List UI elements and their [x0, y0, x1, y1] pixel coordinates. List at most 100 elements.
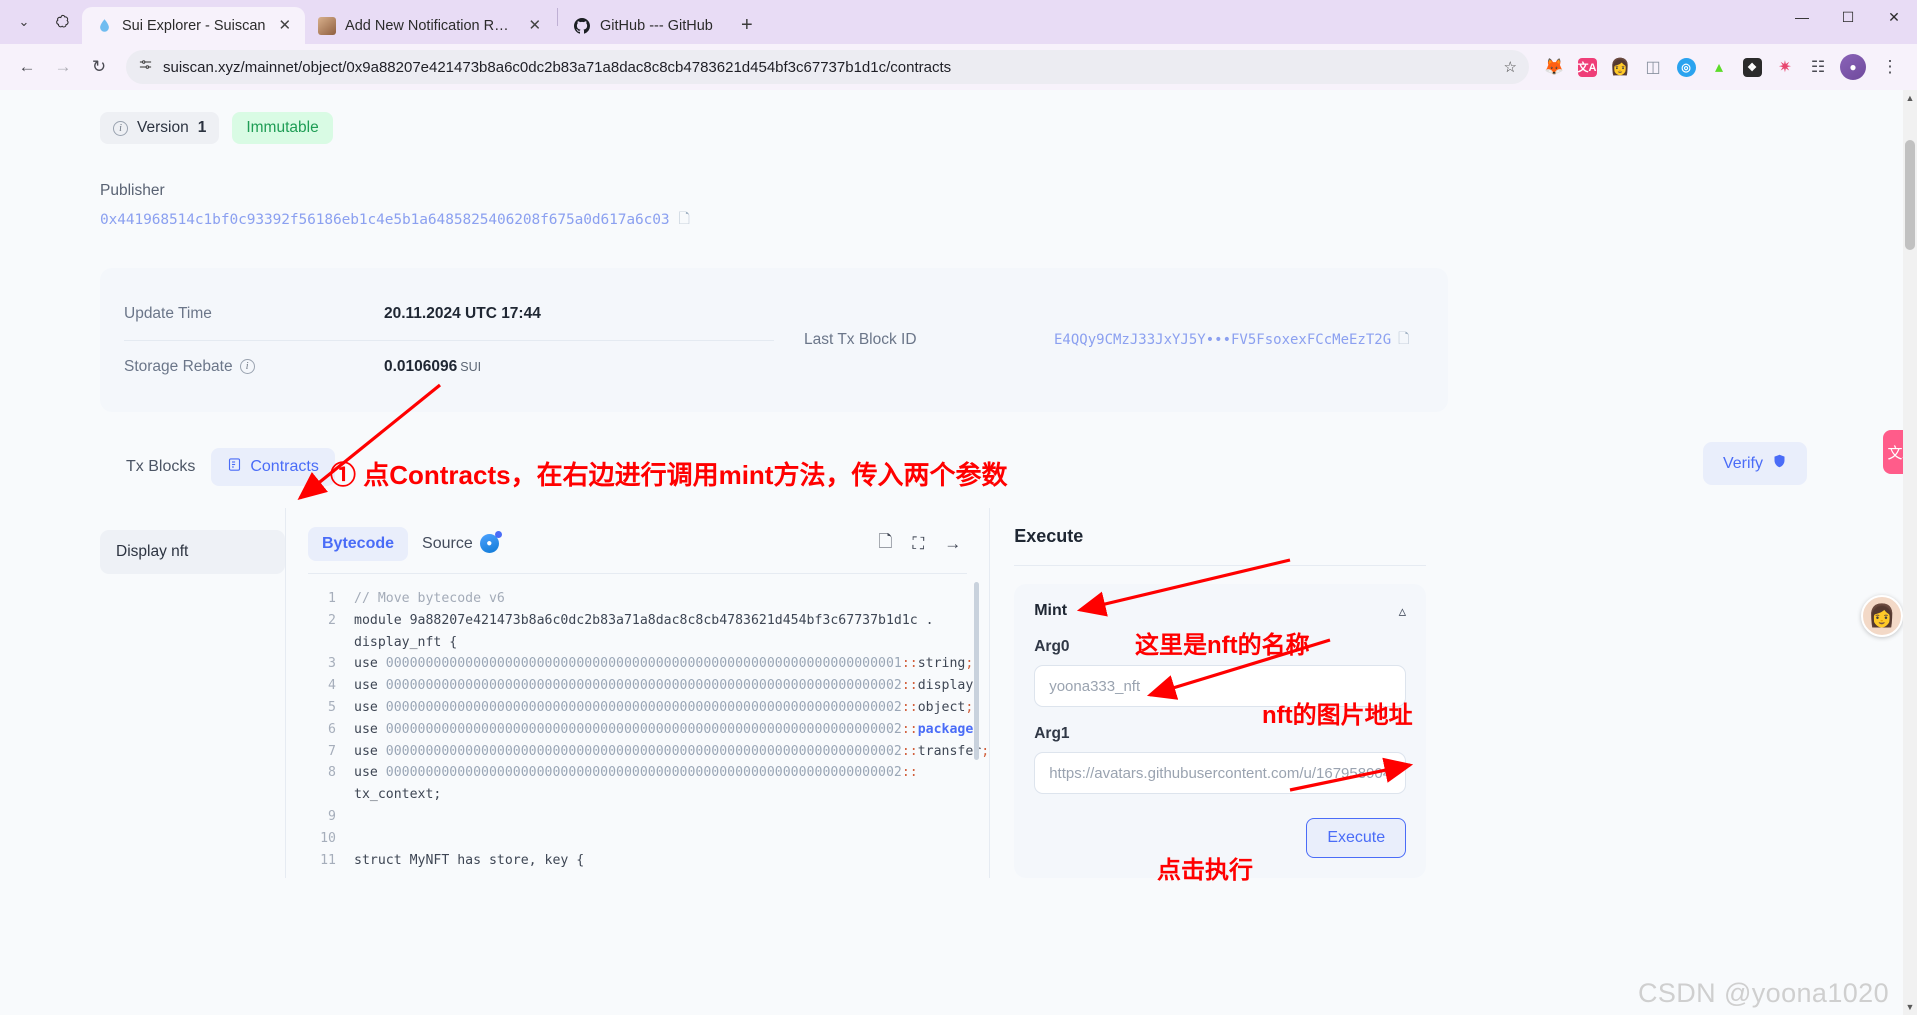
tab-source[interactable]: Source ● — [408, 526, 513, 561]
page-scrollbar[interactable]: ▲ ▼ — [1903, 90, 1917, 1015]
info-icon[interactable]: i — [113, 120, 128, 136]
line-number: 7 — [328, 743, 336, 759]
avatar-extension-icon[interactable]: 👩 — [1605, 52, 1635, 82]
info-icon[interactable]: i — [239, 359, 255, 374]
tab-title: Sui Explorer - Suiscan — [122, 17, 266, 34]
execute-button[interactable]: Execute — [1306, 818, 1407, 858]
puzzle-extension-icon[interactable]: ❖ — [1737, 52, 1767, 82]
line-number: 3 — [328, 656, 336, 672]
line-number: 8 — [328, 765, 336, 781]
code-line: 12 id: UID, — [308, 871, 989, 874]
code-line: 6 use 0000000000000000000000000000000000… — [308, 719, 989, 741]
code-line: 10 — [308, 828, 989, 850]
object-info-card: Update Time 20.11.2024 UTC 17:44 Storage… — [100, 268, 1448, 412]
scroll-up-arrow[interactable]: ▲ — [1903, 90, 1917, 106]
browser-tab[interactable]: Add New Notification Reply ✕ — [305, 7, 555, 44]
browser-tab[interactable]: GitHub --- GitHub — [560, 7, 723, 44]
metamask-extension-icon[interactable]: 🦊 — [1539, 52, 1569, 82]
info-row-update-time: Update Time 20.11.2024 UTC 17:44 — [124, 288, 774, 340]
line-number — [308, 632, 336, 654]
close-icon[interactable]: ✕ — [524, 18, 545, 33]
info-row-storage-rebate: Storage Rebate i 0.0106096 SUI — [124, 340, 774, 392]
arg1-label: Arg1 — [1034, 725, 1070, 742]
verify-button[interactable]: Verify — [1702, 442, 1807, 485]
chatgpt-sidebar-icon[interactable] — [42, 0, 82, 44]
line-text: use 000000000000000000000000000000000000… — [354, 699, 974, 715]
publisher-address-link[interactable]: 0x441968514c1bf0c93392f56186eb1c4e5b1a64… — [100, 212, 670, 228]
reload-button[interactable]: ↻ — [82, 50, 116, 84]
clipboard-extension-icon[interactable]: ◫ — [1638, 52, 1668, 82]
tab-bytecode[interactable]: Bytecode — [308, 526, 409, 561]
bytecode-viewer[interactable]: 1 // Move bytecode v6 2 module 9a88207e4… — [286, 574, 989, 874]
tab-search-button[interactable]: ⌄ — [6, 0, 42, 44]
maximize-button[interactable]: ☐ — [1825, 0, 1871, 34]
extensions-menu-icon[interactable]: ☷ — [1803, 52, 1833, 82]
user-avatar-float-icon[interactable]: 👩 — [1861, 595, 1903, 637]
close-icon[interactable]: ✕ — [274, 18, 295, 33]
back-button[interactable]: ← — [10, 50, 44, 84]
browser-window: ⌄ Sui Explorer - Suiscan ✕ Add New Notif… — [0, 0, 1917, 1015]
storage-rebate-value: 0.0106096 SUI — [384, 358, 481, 376]
execute-title: Execute — [1014, 526, 1084, 546]
line-number: 5 — [328, 699, 336, 715]
modules-list: Display nft — [100, 508, 285, 878]
version-value: 1 — [197, 119, 207, 136]
copy-icon[interactable]: 🗋 — [879, 529, 893, 558]
last-tx-value[interactable]: E4QQy9CMzJ33JxYJ5Y•••FV5FsoxexFCcMeEzT2G… — [1054, 328, 1409, 352]
close-window-button[interactable]: ✕ — [1871, 0, 1917, 34]
tab-tx-blocks[interactable]: Tx Blocks — [110, 449, 211, 485]
address-bar[interactable]: suiscan.xyz/mainnet/object/0x9a88207e421… — [126, 50, 1529, 84]
storage-rebate-number: 0.0106096 — [384, 357, 458, 375]
line-number: 6 — [328, 721, 336, 737]
spark-extension-icon[interactable]: ✷ — [1770, 52, 1800, 82]
line-text: struct MyNFT has store, key { — [354, 852, 585, 868]
scrollbar-thumb[interactable] — [1905, 140, 1915, 250]
new-tab-button[interactable]: + — [731, 9, 763, 41]
execute-button-row: Execute — [1034, 818, 1407, 858]
chart-extension-icon[interactable]: ▴ — [1704, 52, 1734, 82]
code-tabs: Bytecode Source ● 🗋 ⛶ → — [286, 508, 989, 561]
scroll-down-arrow[interactable]: ▼ — [1903, 999, 1917, 1015]
arrow-right-icon[interactable]: → — [944, 534, 961, 554]
star-icon[interactable]: ☆ — [1504, 58, 1517, 76]
code-line: 8 use 0000000000000000000000000000000000… — [308, 762, 989, 784]
code-scrollbar-thumb[interactable] — [974, 582, 980, 760]
line-number: 9 — [328, 808, 336, 824]
browser-tab[interactable]: Sui Explorer - Suiscan ✕ — [82, 7, 306, 44]
line-number: 12 — [308, 871, 336, 874]
extensions-toolbar: 🦊 文A 👩 ◫ ◎ ▴ ❖ ✷ ☷ — [1539, 52, 1833, 82]
page-tabs: Tx Blocks Contracts Verify — [0, 412, 1917, 486]
line-text: use 000000000000000000000000000000000000… — [354, 743, 990, 759]
shield-check-icon — [1772, 453, 1787, 474]
mint-header[interactable]: Mint ▵ — [1034, 602, 1406, 620]
chevron-up-icon[interactable]: ▵ — [1399, 602, 1407, 620]
minimize-button[interactable]: — — [1779, 0, 1825, 34]
line-text: module 9a88207e421473b8a6c0dc2b83a71a8da… — [354, 612, 934, 628]
tune-icon[interactable] — [138, 57, 153, 77]
page-content: i Version 1 Immutable Publisher 0x441968… — [0, 90, 1917, 1015]
tab-source-label: Source — [422, 534, 473, 552]
arg0-placeholder-text: yoona333_nft — [1049, 677, 1141, 695]
forward-button[interactable]: → — [46, 50, 80, 84]
line-number: 10 — [320, 830, 336, 846]
sui-icon: ● — [479, 531, 502, 553]
line-text: use 000000000000000000000000000000000000… — [354, 721, 981, 737]
line-number: 11 — [320, 852, 336, 868]
copy-icon[interactable]: 🗋 — [679, 208, 690, 232]
tab-title: Add New Notification Reply — [345, 17, 516, 34]
translate-extension-icon[interactable]: 文A — [1572, 52, 1602, 82]
tab-contracts[interactable]: Contracts — [211, 448, 335, 486]
copy-icon[interactable]: 🗋 — [1398, 328, 1409, 352]
contract-doc-icon — [227, 457, 242, 477]
browser-menu-button[interactable]: ⋮ — [1873, 50, 1907, 84]
immutable-badge: Immutable — [232, 112, 333, 144]
arg0-input[interactable]: yoona333_nft — [1034, 665, 1407, 707]
code-line: 11 struct MyNFT has store, key { — [308, 850, 989, 872]
watermark: CSDN @yoona1020 — [1637, 978, 1889, 1008]
arg1-input[interactable]: https://avatars.githubusercontent.com/u/… — [1034, 752, 1407, 794]
expand-icon[interactable]: ⛶ — [912, 534, 924, 554]
execute-divider — [1014, 565, 1427, 566]
sui-wallet-extension-icon[interactable]: ◎ — [1671, 52, 1701, 82]
profile-avatar[interactable]: ● — [1840, 54, 1866, 80]
module-item-display-nft[interactable]: Display nft — [100, 530, 285, 574]
